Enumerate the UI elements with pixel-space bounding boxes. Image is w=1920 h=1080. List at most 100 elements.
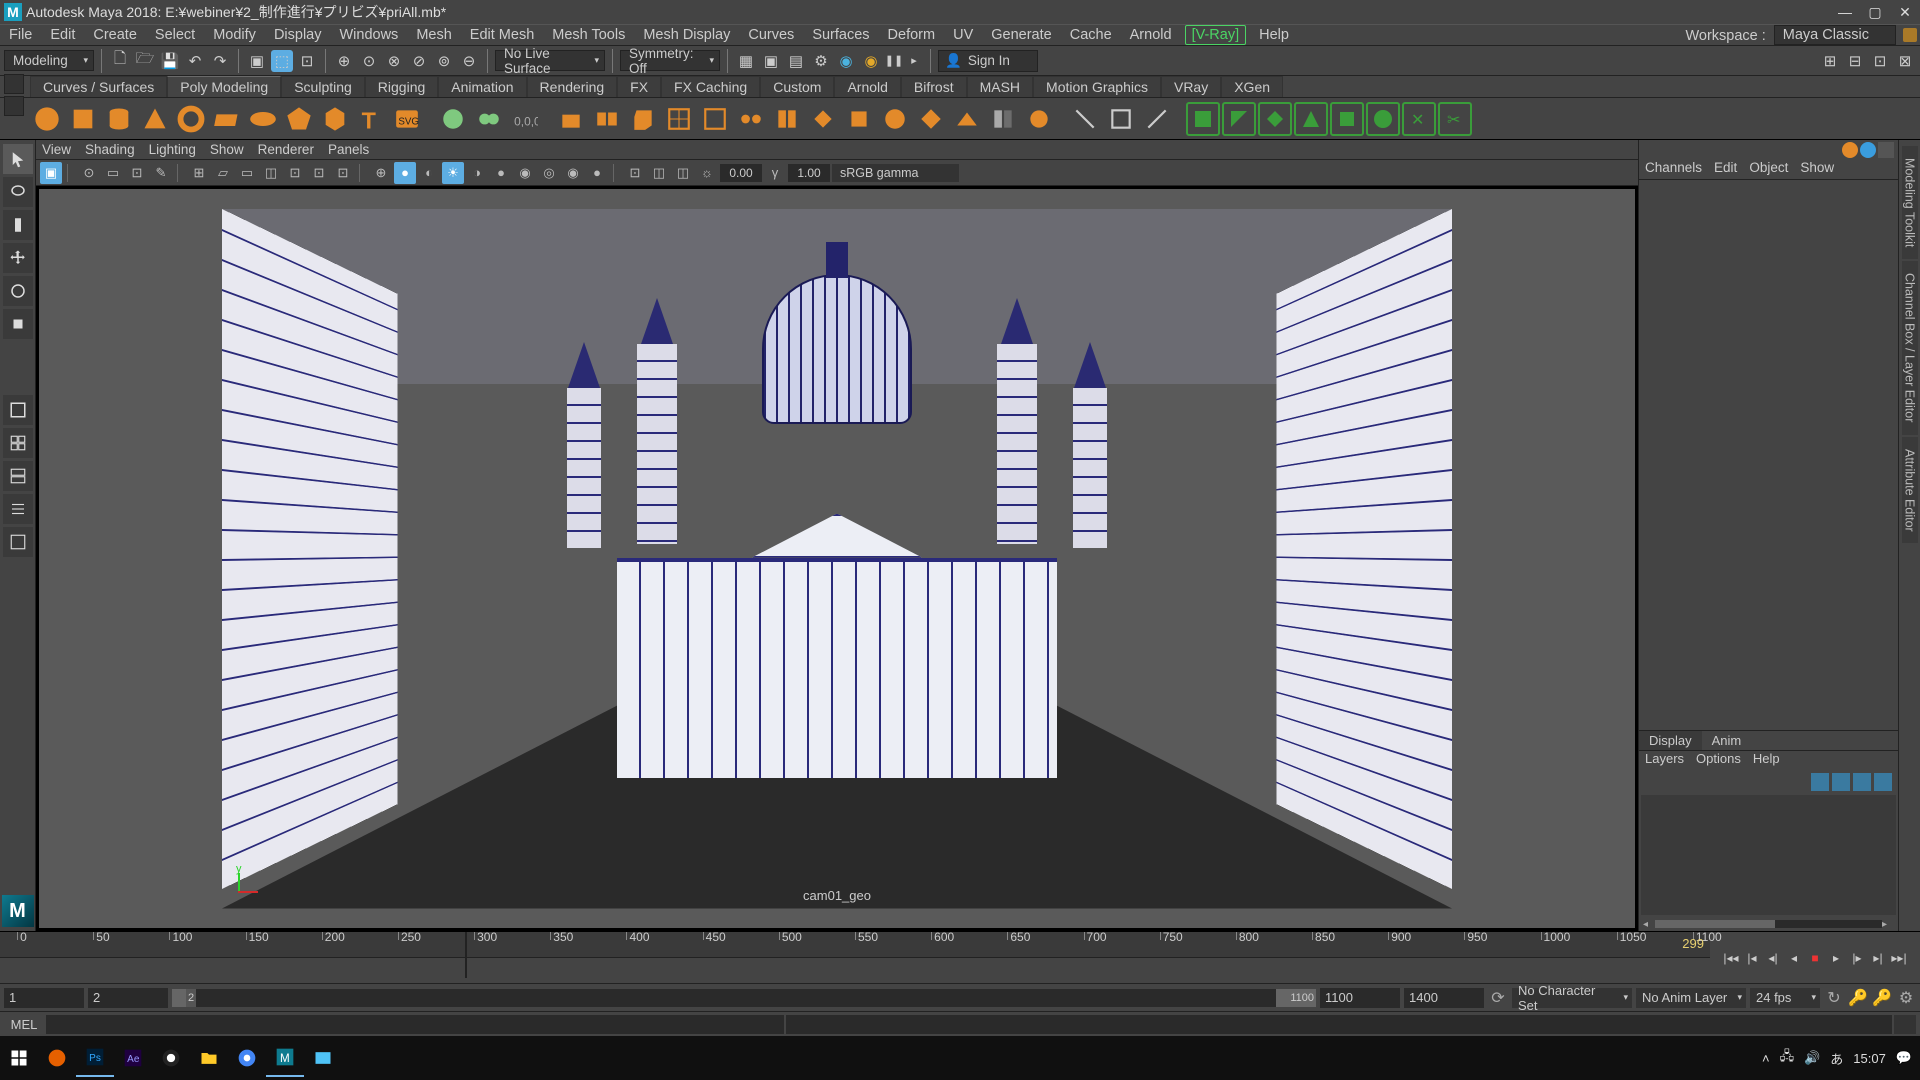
paint-select-icon[interactable] <box>3 210 33 240</box>
ipr-render-icon[interactable]: ▤ <box>785 50 807 72</box>
taskbar-explorer-icon[interactable] <box>190 1039 228 1077</box>
bool-union-icon[interactable] <box>1186 102 1220 136</box>
menu-select[interactable]: Select <box>146 25 204 45</box>
save-scene-icon[interactable]: 💾 <box>159 50 181 72</box>
vp-textured-icon[interactable]: ◐ <box>418 162 440 184</box>
menu-modify[interactable]: Modify <box>204 25 265 45</box>
layer-list[interactable] <box>1641 795 1896 915</box>
range-end-input[interactable]: 1100 <box>1320 988 1400 1008</box>
vp-menu-show[interactable]: Show <box>210 142 244 157</box>
poly-cone-icon[interactable] <box>138 102 172 136</box>
menu-generate[interactable]: Generate <box>982 25 1060 45</box>
live-surface-dropdown[interactable]: No Live Surface <box>495 50 605 71</box>
tool-settings-toggle-icon[interactable] <box>1878 142 1894 158</box>
vp-xray-joints-icon[interactable]: ◫ <box>672 162 694 184</box>
menu-edit[interactable]: Edit <box>41 25 84 45</box>
taskbar-maya-icon[interactable]: M <box>266 1039 304 1077</box>
merge-icon[interactable] <box>806 102 840 136</box>
layout-graph-icon[interactable] <box>3 527 33 557</box>
menu-mesh-display[interactable]: Mesh Display <box>634 25 739 45</box>
shelf-tab-fxcaching[interactable]: FX Caching <box>661 76 760 97</box>
range-handle-left[interactable] <box>172 989 186 1007</box>
move-tool-icon[interactable] <box>3 243 33 273</box>
prefs-icon[interactable]: ⚙ <box>1896 988 1916 1008</box>
script-editor-icon[interactable] <box>1894 1015 1916 1034</box>
vp-wireframe-icon[interactable]: ⊕ <box>370 162 392 184</box>
poly-type-icon[interactable]: T <box>354 102 388 136</box>
render-settings-icon[interactable]: ⚙ <box>810 50 832 72</box>
menu-cache[interactable]: Cache <box>1061 25 1121 45</box>
taskbar-aftereffects-icon[interactable]: Ae <box>114 1039 152 1077</box>
vp-gate-mask-icon[interactable]: ◫ <box>260 162 282 184</box>
record-icon[interactable]: ■ <box>1806 949 1824 967</box>
shelf-tab-fx[interactable]: FX <box>617 76 661 97</box>
menu-deform[interactable]: Deform <box>879 25 945 45</box>
playback-start-input[interactable]: 1 <box>4 988 84 1008</box>
tray-ime-icon[interactable]: あ <box>1830 1049 1843 1068</box>
layer-help[interactable]: Help <box>1753 751 1780 771</box>
tab-modeling-toolkit[interactable]: Modeling Toolkit <box>1902 146 1918 259</box>
module-set-dropdown[interactable]: Modeling <box>4 50 94 71</box>
render-view-icon[interactable]: ◉ <box>835 50 857 72</box>
system-tray[interactable]: ˄ 🖧 🔊 あ 15:07 💬 <box>1754 1047 1920 1069</box>
combine-icon[interactable] <box>436 102 470 136</box>
menu-display[interactable]: Display <box>265 25 331 45</box>
cmd-input[interactable] <box>46 1015 784 1034</box>
vp-safe-action-icon[interactable]: ⊡ <box>308 162 330 184</box>
timeline-playhead[interactable] <box>465 932 467 978</box>
make-live-icon[interactable] <box>1140 102 1174 136</box>
minimize-button[interactable]: — <box>1830 2 1860 22</box>
redo-icon[interactable]: ↷ <box>209 50 231 72</box>
vp-film-gate-icon[interactable]: ▱ <box>212 162 234 184</box>
extrude-icon[interactable] <box>554 102 588 136</box>
poly-cylinder-icon[interactable] <box>102 102 136 136</box>
snap-plane-icon[interactable]: ⊘ <box>408 50 430 72</box>
taskbar-image-icon[interactable] <box>304 1039 342 1077</box>
playback-toggle[interactable]: ❚❚▸ <box>885 52 923 70</box>
maximize-button[interactable]: ▢ <box>1860 2 1890 22</box>
new-scene-icon[interactable]: 🗋 <box>109 50 131 72</box>
step-forward-icon[interactable]: |▸ <box>1848 949 1866 967</box>
layer-move-up-icon[interactable] <box>1811 773 1829 791</box>
menu-uv[interactable]: UV <box>944 25 982 45</box>
connect-icon[interactable] <box>734 102 768 136</box>
sculpt-icon[interactable] <box>1022 102 1056 136</box>
tab-anim[interactable]: Anim <box>1702 731 1752 750</box>
cb-channels[interactable]: Channels <box>1645 160 1702 179</box>
cb-object[interactable]: Object <box>1749 160 1788 179</box>
taskbar-chrome-icon[interactable] <box>228 1039 266 1077</box>
quadrangulate-icon[interactable] <box>1330 102 1364 136</box>
vp-fog-icon[interactable]: ◎ <box>538 162 560 184</box>
vp-isolate-icon[interactable]: ⊡ <box>624 162 646 184</box>
menu-arnold[interactable]: Arnold <box>1121 25 1181 45</box>
construct-history-icon[interactable]: ▦ <box>735 50 757 72</box>
layer-new-empty-icon[interactable] <box>1853 773 1871 791</box>
shelf-tab-sculpting[interactable]: Sculpting <box>281 76 365 97</box>
shelf-tab-arnold[interactable]: Arnold <box>834 76 900 97</box>
shelf-tab-motiongraphics[interactable]: Motion Graphics <box>1033 76 1161 97</box>
close-button[interactable]: ✕ <box>1890 2 1920 22</box>
poly-svg-icon[interactable]: SVG <box>390 102 424 136</box>
vp-res-gate-icon[interactable]: ▭ <box>236 162 258 184</box>
layout-outliner-icon[interactable] <box>3 494 33 524</box>
timeline-track[interactable]: 0501001502002503003504004505005506006507… <box>0 932 1710 983</box>
tab-display[interactable]: Display <box>1639 731 1702 750</box>
range-lock-icon[interactable]: ⟳ <box>1488 988 1508 1008</box>
vp-select-camera-icon[interactable]: ▣ <box>40 162 62 184</box>
vp-menu-panels[interactable]: Panels <box>328 142 369 157</box>
shelf-tab-animation[interactable]: Animation <box>438 76 526 97</box>
select-tool-icon[interactable] <box>3 144 33 174</box>
vp-exposure-icon[interactable]: ☼ <box>696 162 718 184</box>
shelf-tab-curves[interactable]: Curves / Surfaces <box>30 76 167 97</box>
shelf-tab-rendering[interactable]: Rendering <box>527 76 618 97</box>
layer-scrollbar[interactable]: ◂▸ <box>1639 917 1898 931</box>
poly-sphere-icon[interactable] <box>30 102 64 136</box>
vp-motion-blur-icon[interactable]: ◉ <box>514 162 536 184</box>
separate-icon[interactable] <box>472 102 506 136</box>
playback-end-input[interactable]: 1400 <box>1404 988 1484 1008</box>
attribute-editor-toggle-icon[interactable] <box>1860 142 1876 158</box>
layout-four-icon[interactable] <box>3 428 33 458</box>
vp-bookmark-icon[interactable]: ⊙ <box>78 162 100 184</box>
edge-flow-icon[interactable] <box>1068 102 1102 136</box>
layout-single-icon[interactable] <box>3 395 33 425</box>
